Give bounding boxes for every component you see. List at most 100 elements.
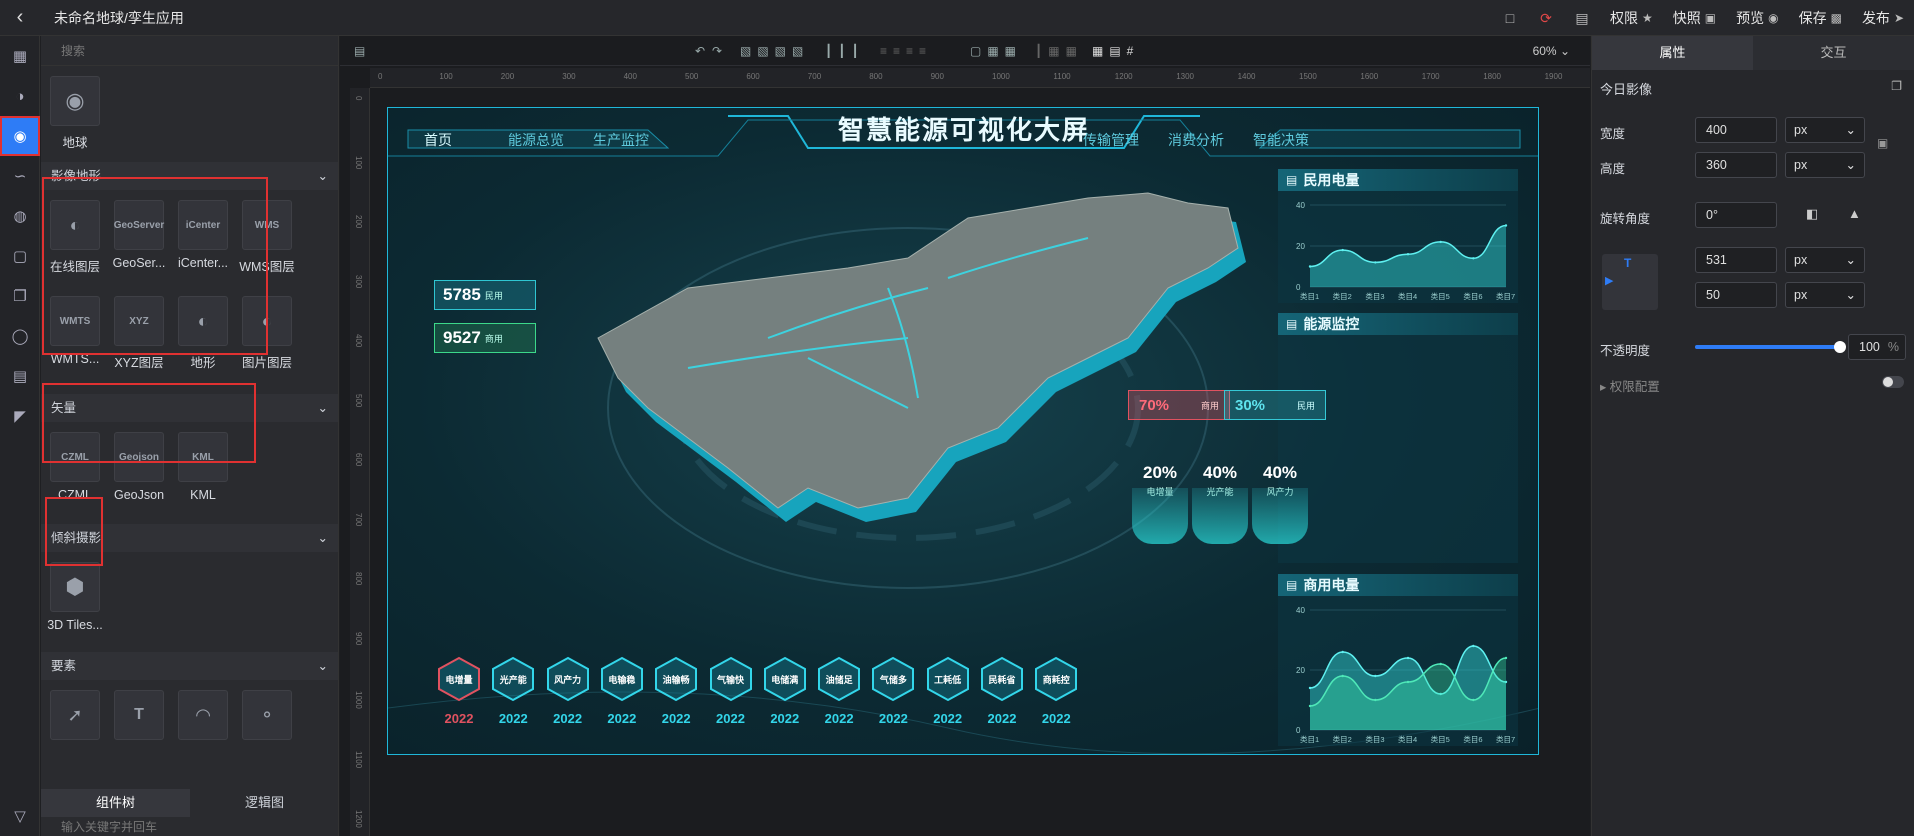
keyword-input[interactable]: 输入关键字并回车 xyxy=(61,818,157,835)
indicator-label: 油输畅 xyxy=(662,674,690,685)
indicator-hex[interactable]: 电储满 xyxy=(762,656,808,702)
dome-tile[interactable]: ◠ xyxy=(171,686,235,740)
ruler-tick-label: 1400 xyxy=(1237,72,1256,81)
indicator-hex[interactable]: 油储足 xyxy=(816,656,862,702)
chart-icon[interactable]: ∽ xyxy=(0,156,40,196)
filter-icon[interactable]: ▽ xyxy=(0,796,40,836)
copy-icon[interactable]: ❐ xyxy=(1891,79,1902,93)
x-unit-select[interactable]: px ⌄ xyxy=(1785,247,1865,273)
opacity-handle[interactable] xyxy=(1834,341,1846,353)
zoom-select[interactable]: 60% ⌄ xyxy=(1533,44,1570,58)
3dtiles-label: 3D Tiles... xyxy=(47,618,103,632)
publish-button[interactable]: 发布 ➤ xyxy=(1852,8,1914,28)
width-input[interactable]: 400 xyxy=(1695,117,1777,143)
polyline-tile[interactable]: ➚ xyxy=(43,686,107,740)
text-marker-tile[interactable]: T xyxy=(107,686,171,740)
screen-nav-consumption[interactable]: 消费分析 xyxy=(1168,130,1224,150)
indicator-hex[interactable]: 工耗低 xyxy=(925,656,971,702)
highlight-imagery xyxy=(42,177,268,355)
panel-monitor-title: 能源监控 xyxy=(1303,316,1360,332)
tab-component-tree[interactable]: 组件树 xyxy=(41,789,190,817)
distribute-icons[interactable]: ≡≡≡≡ xyxy=(880,44,932,58)
indicator-label: 油储足 xyxy=(825,674,853,685)
indicator-hex[interactable]: 气储多 xyxy=(870,656,916,702)
grid-icons[interactable]: ▦▤# xyxy=(1092,44,1139,58)
stat-civil: 5785 民用 xyxy=(434,280,536,310)
ruler-tick-label: 1100 xyxy=(1053,72,1071,81)
height-unit-select[interactable]: px ⌄ xyxy=(1785,152,1865,178)
y-input[interactable]: 50 xyxy=(1695,282,1777,308)
elements-section-header[interactable]: 要素 ⌄ xyxy=(41,652,338,680)
x-tick-label: 类目4 xyxy=(1398,734,1417,744)
path-tile[interactable]: ⚬ xyxy=(235,686,299,740)
rotation-input[interactable]: 0° xyxy=(1695,202,1777,228)
ruler-tick-label: 300 xyxy=(354,274,363,288)
lock-icon[interactable]: ▣ xyxy=(1877,136,1888,150)
undo-icon[interactable]: ↶ xyxy=(695,44,705,58)
anchor-picker[interactable]: T ▶ xyxy=(1602,254,1658,310)
layers-icon[interactable]: ◍ xyxy=(0,196,40,236)
opacity-input[interactable]: 100% xyxy=(1848,334,1906,360)
indicator-hex[interactable]: 油输畅 xyxy=(653,656,699,702)
screen-icon[interactable]: ▤ xyxy=(1564,10,1600,27)
chevron-down-icon: ⌄ xyxy=(317,659,328,673)
redo-icon[interactable]: ↷ xyxy=(712,44,722,58)
dashboard-screen[interactable]: 智慧能源可视化大屏 首页 能源总览 生产监控 传输管理 消费分析 智能决策 57… xyxy=(387,107,1539,755)
flip-vertical-icon[interactable]: ▲ xyxy=(1848,206,1861,221)
indicator-hex[interactable]: 电增量 xyxy=(436,656,482,702)
publish-label: 发布 xyxy=(1861,10,1890,26)
screen-nav-home[interactable]: 首页 xyxy=(424,130,452,150)
flow-icon[interactable]: ◤ xyxy=(0,396,40,436)
polyline-icon: ➚ xyxy=(50,690,100,740)
scene-icon[interactable]: ◑ xyxy=(0,76,40,116)
layout-icons[interactable]: ▢▦▦ xyxy=(970,44,1022,58)
height-input[interactable]: 360 xyxy=(1695,152,1777,178)
clipboard-icon[interactable]: ▤ xyxy=(354,44,365,58)
x-input[interactable]: 531 xyxy=(1695,247,1777,273)
indicator-hex[interactable]: 民耗省 xyxy=(979,656,1025,702)
indicator-label: 电增量 xyxy=(445,674,473,685)
globe-icon[interactable]: ◉ xyxy=(0,116,40,156)
tab-logic-graph[interactable]: 逻辑图 xyxy=(190,789,338,817)
tab-interaction[interactable]: 交互 xyxy=(1753,36,1914,70)
series-area xyxy=(1310,225,1506,287)
save-button[interactable]: 保存 ▩ xyxy=(1789,8,1852,28)
y-unit-select[interactable]: px ⌄ xyxy=(1785,282,1865,308)
indicator-hex[interactable]: 风产力 xyxy=(545,656,591,702)
cube-icon[interactable]: ▢ xyxy=(0,236,40,276)
indicator-hex[interactable]: 商耗控 xyxy=(1033,656,1079,702)
earth-tile[interactable]: ◉ 地球 xyxy=(43,72,107,168)
indicator-hex[interactable]: 电输稳 xyxy=(599,656,645,702)
x-tick-label: 类目1 xyxy=(1300,291,1319,301)
permission-toggle[interactable] xyxy=(1882,376,1904,388)
indicator-year: 2022 xyxy=(661,711,691,726)
preview-button[interactable]: 预览 ◉ xyxy=(1726,8,1788,28)
refresh-icon[interactable]: ⟳ xyxy=(1528,10,1564,27)
copy-icon[interactable]: ❐ xyxy=(0,276,40,316)
tab-properties[interactable]: 属性 xyxy=(1592,36,1753,70)
screen-nav-decision[interactable]: 智能决策 xyxy=(1253,130,1309,150)
permission-config[interactable]: ▸ 权限配置 xyxy=(1600,376,1660,395)
3dtiles-tile[interactable]: ⬢ 3D Tiles... xyxy=(43,558,107,654)
back-button[interactable]: ‹ xyxy=(0,6,40,29)
media-icon[interactable]: ▤ xyxy=(0,356,40,396)
user-icon[interactable]: ◯ xyxy=(0,316,40,356)
screen-nav-overview[interactable]: 能源总览 xyxy=(508,130,564,150)
group-icons[interactable]: ▧▧▧▧ xyxy=(740,44,809,58)
save-icon: ▩ xyxy=(1830,11,1842,25)
indicator-hex[interactable]: 气输快 xyxy=(708,656,754,702)
component-search[interactable]: 搜索 xyxy=(41,36,338,66)
dashboard-icon[interactable]: ▦ xyxy=(0,36,40,76)
snapshot-button[interactable]: 快照 ▣ xyxy=(1663,8,1726,28)
flip-horizontal-icon[interactable]: ◧ xyxy=(1806,206,1818,222)
split-icons[interactable]: ┃▦▦ xyxy=(1035,44,1083,58)
width-unit-select[interactable]: px ⌄ xyxy=(1785,117,1865,143)
opacity-slider[interactable] xyxy=(1695,341,1846,353)
chevron-down-icon: ⌄ xyxy=(1845,158,1856,172)
screen-nav-transmission[interactable]: 传输管理 xyxy=(1083,130,1139,150)
screen-nav-production[interactable]: 生产监控 xyxy=(593,130,649,150)
shirt-icon[interactable]: □ xyxy=(1492,10,1528,26)
indicator-hex[interactable]: 光产能 xyxy=(490,656,536,702)
permission-button[interactable]: 权限 ★ xyxy=(1600,8,1663,28)
align-icons[interactable]: ┃┃┃ xyxy=(825,44,865,58)
